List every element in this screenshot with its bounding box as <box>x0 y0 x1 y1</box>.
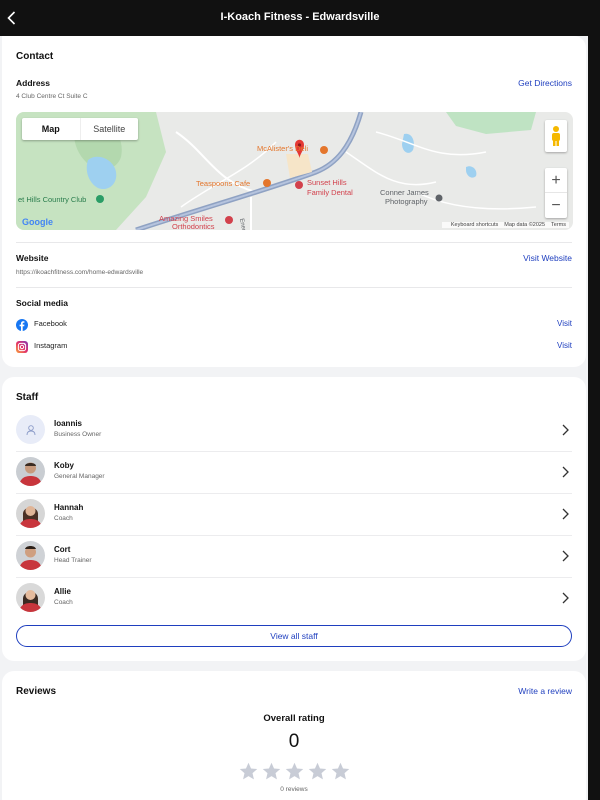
website-label: Website <box>16 253 49 263</box>
map-tab[interactable]: Map <box>22 118 80 140</box>
chevron-right-icon <box>562 508 569 520</box>
reviews-heading: Reviews <box>16 686 57 697</box>
view-all-staff-button[interactable]: View all staff <box>16 625 572 647</box>
social-media-label: Social media <box>16 298 68 308</box>
staff-name: Hannah <box>54 503 84 512</box>
google-logo: Google <box>22 217 53 227</box>
map-place-conner-line2: Photography <box>385 197 428 206</box>
map-place-conner-line1: Conner James <box>380 188 429 197</box>
staff-photo <box>16 541 45 570</box>
social-row-facebook: Facebook Visit <box>16 318 572 332</box>
divider <box>16 242 572 243</box>
avatar <box>16 541 45 570</box>
staff-name: Ioannis <box>54 419 83 428</box>
staff-role: General Manager <box>54 473 105 480</box>
map-place-mcalisters: McAlister's Deli <box>257 144 309 153</box>
staff-name: Koby <box>54 461 74 470</box>
facebook-icon <box>16 319 28 331</box>
star-icon <box>285 762 303 780</box>
staff-photo <box>16 583 45 612</box>
review-count: 0 reviews <box>280 786 308 793</box>
page-title: I-Koach Fitness - Edwardsville <box>220 11 380 23</box>
visit-facebook-link[interactable]: Visit <box>557 319 572 328</box>
map-data-label: Map data ©2025 <box>504 222 546 228</box>
star-icon <box>239 762 257 780</box>
map-place-sunset-hills-line1: Sunset Hills <box>307 178 347 187</box>
satellite-tab[interactable]: Satellite <box>79 118 139 140</box>
write-review-link[interactable]: Write a review <box>518 686 572 696</box>
staff-row[interactable]: Koby General Manager <box>16 451 572 493</box>
social-row-instagram: Instagram Visit <box>16 340 572 354</box>
staff-role: Coach <box>54 515 73 522</box>
star-icon <box>262 762 280 780</box>
user-icon <box>26 424 35 435</box>
get-directions-link[interactable]: Get Directions <box>518 78 572 88</box>
avatar <box>16 583 45 612</box>
chevron-right-icon <box>562 424 569 436</box>
visit-website-link[interactable]: Visit Website <box>523 253 572 263</box>
staff-role: Business Owner <box>54 431 102 438</box>
map-place-amazing-line2: Orthodontics <box>172 222 215 230</box>
instagram-icon <box>16 341 28 353</box>
overall-rating-value: 0 <box>288 731 300 752</box>
staff-name: Cort <box>54 545 71 554</box>
reviews-card: Reviews Write a review Overall rating 0 … <box>2 671 586 800</box>
location-map[interactable]: Map Satellite + − McAlister's Deli Teasp… <box>16 112 573 230</box>
staff-row[interactable]: Hannah Coach <box>16 493 572 535</box>
chevron-right-icon <box>562 550 569 562</box>
top-bar: I-Koach Fitness - Edwardsville <box>0 0 600 36</box>
staff-role: Coach <box>54 599 73 606</box>
pegman-icon <box>552 126 560 146</box>
avatar <box>16 457 45 486</box>
address-label: Address <box>16 78 51 88</box>
map-type-toggle: Map Satellite <box>22 118 138 140</box>
visit-instagram-link[interactable]: Visit <box>557 341 572 350</box>
map-place-sunset-hills-line2: Family Dental <box>307 188 353 197</box>
keyboard-shortcuts-link[interactable]: Keyboard shortcuts <box>451 222 498 228</box>
street-view-pegman[interactable] <box>545 120 567 152</box>
staff-heading: Staff <box>16 392 39 403</box>
avatar-placeholder <box>16 415 45 444</box>
staff-card: Staff Ioannis Business Owner Koby Genera… <box>2 377 586 661</box>
map-place-country-club: et Hills Country Club <box>18 195 87 204</box>
staff-row[interactable]: Allie Coach <box>16 577 572 619</box>
google-logo-text: Google <box>22 217 53 227</box>
website-value: https://ikoachfitness.com/home-edwardsvi… <box>16 269 144 276</box>
staff-row[interactable]: Ioannis Business Owner <box>16 409 572 451</box>
instagram-label: Instagram <box>34 341 68 350</box>
star-icon <box>308 762 326 780</box>
star-icon <box>331 762 349 780</box>
contact-card: Contact Address Get Directions 4 Club Ce… <box>2 36 586 367</box>
star-rating <box>2 761 586 782</box>
facebook-label: Facebook <box>34 319 67 328</box>
terms-link[interactable]: Terms <box>551 222 566 228</box>
staff-photo <box>16 457 45 486</box>
zoom-in-button[interactable]: + <box>545 168 567 193</box>
zoom-controls: + − <box>545 168 567 218</box>
overall-rating-label: Overall rating <box>263 713 325 724</box>
zoom-out-button[interactable]: − <box>545 193 567 218</box>
address-value: 4 Club Centre Ct Suite C <box>16 93 88 100</box>
map-attribution: Keyboard shortcuts Map data ©2025 Terms <box>441 222 569 228</box>
staff-photo <box>16 499 45 528</box>
contact-heading: Contact <box>16 51 54 62</box>
divider <box>16 287 572 288</box>
map-place-teaspoons: Teaspoons Cafe <box>196 179 251 188</box>
staff-row[interactable]: Cort Head Trainer <box>16 535 572 577</box>
avatar <box>16 499 45 528</box>
staff-role: Head Trainer <box>54 557 92 564</box>
right-edge-strip <box>588 36 600 800</box>
chevron-right-icon <box>562 592 569 604</box>
staff-name: Allie <box>54 587 71 596</box>
chevron-right-icon <box>562 466 569 478</box>
